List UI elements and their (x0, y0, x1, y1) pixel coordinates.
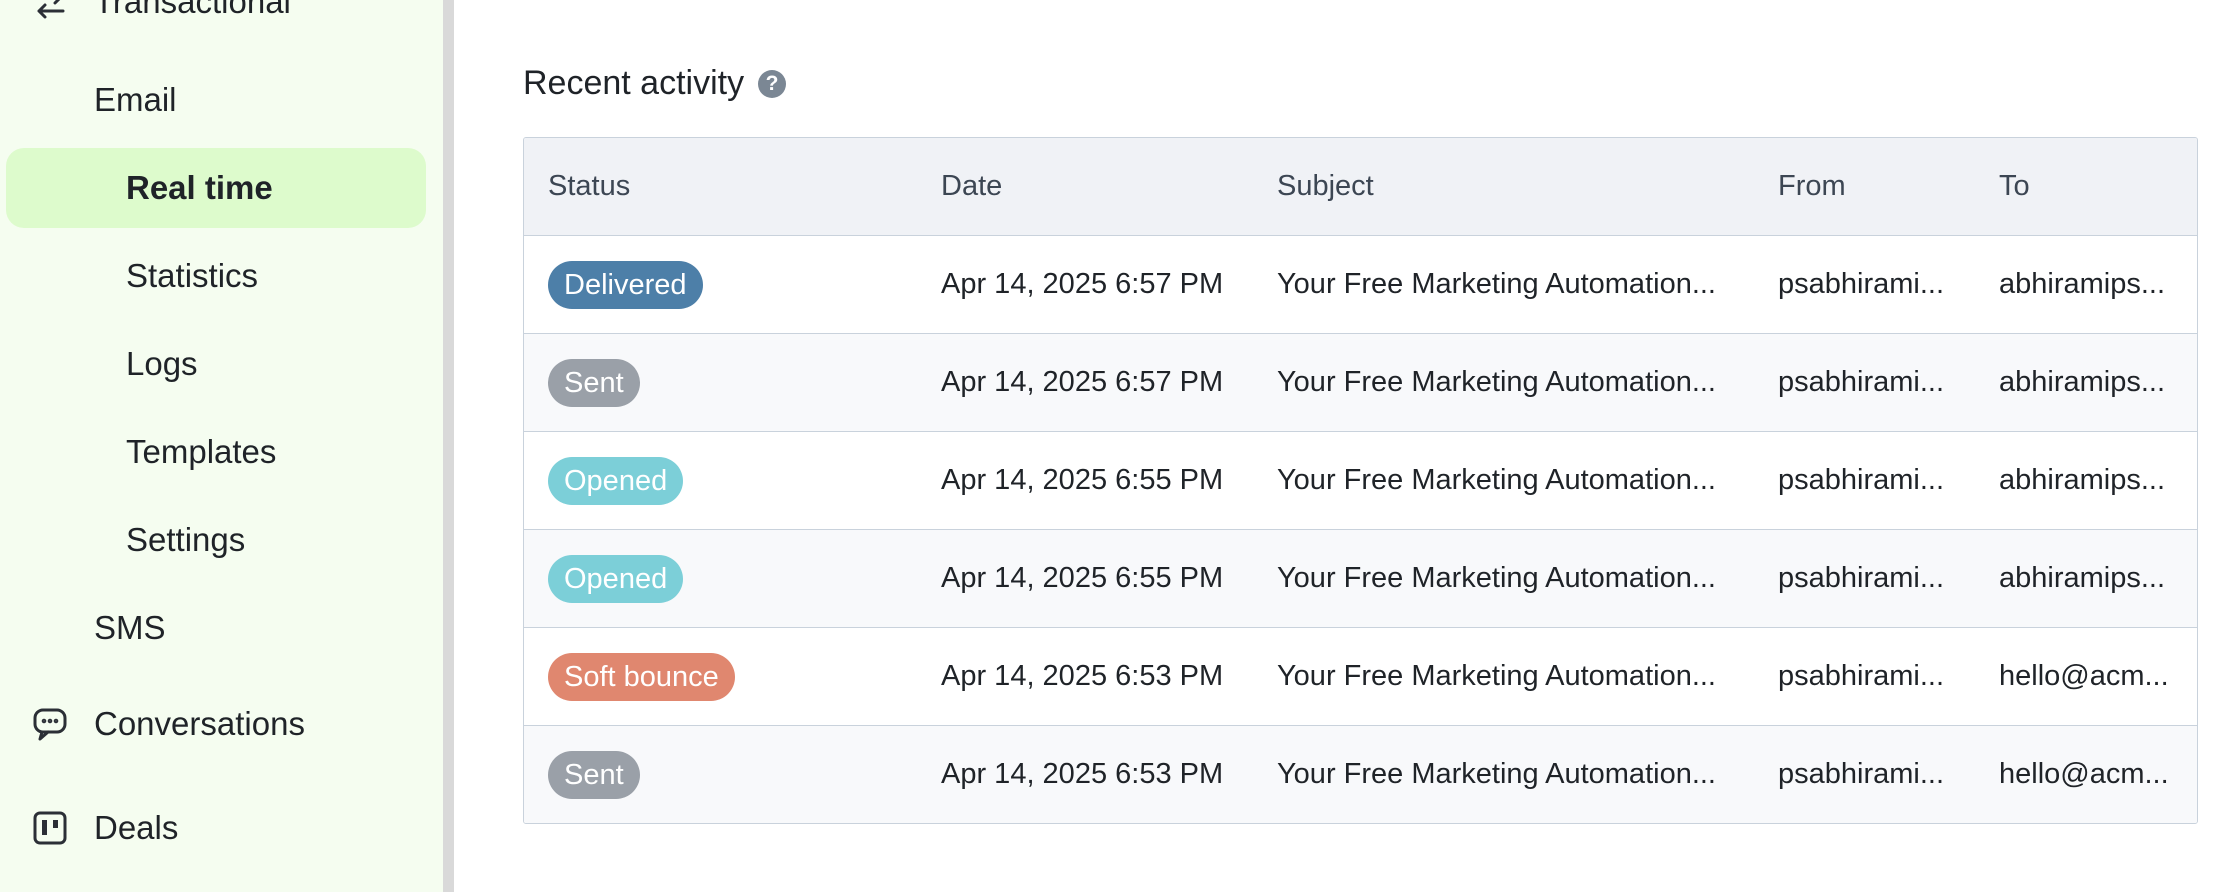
row-subject: Your Free Marketing Automation... (1277, 464, 1716, 496)
sidebar-item-templates[interactable]: Templates (126, 430, 276, 474)
sidebar-item-label: Conversations (94, 705, 305, 742)
row-date: Apr 14, 2025 6:53 PM (941, 660, 1224, 692)
sidebar-item-label: Real time (126, 169, 273, 206)
row-to: abhiramips... (1999, 366, 2166, 398)
help-icon[interactable]: ? (758, 69, 787, 98)
column-header-from: From (1778, 170, 1846, 202)
row-to: hello@acm... (1999, 758, 2169, 790)
sidebar-item-logs[interactable]: Logs (126, 342, 198, 386)
column-header-subject: Subject (1277, 170, 1374, 202)
sidebar-item-label: Email (94, 81, 177, 118)
row-to: abhiramips... (1999, 268, 2166, 300)
status-badge: Sent (548, 750, 640, 799)
row-subject: Your Free Marketing Automation... (1277, 758, 1716, 790)
row-from: psabhirami... (1778, 366, 1945, 398)
section-title-text: Recent activity (523, 64, 745, 102)
table-row[interactable]: Delivered Apr 14, 2025 6:57 PM Your Free… (524, 235, 2197, 333)
row-subject: Your Free Marketing Automation... (1277, 562, 1716, 594)
column-header-to: To (1999, 170, 2030, 202)
sidebar-item-label: Transactional (94, 0, 291, 20)
status-badge: Sent (548, 358, 640, 407)
row-from: psabhirami... (1778, 562, 1945, 594)
table-row[interactable]: Opened Apr 14, 2025 6:55 PM Your Free Ma… (524, 431, 2197, 529)
row-to: abhiramips... (1999, 464, 2166, 496)
sidebar-item-label: Templates (126, 433, 277, 470)
row-date: Apr 14, 2025 6:53 PM (941, 758, 1224, 790)
row-date: Apr 14, 2025 6:55 PM (941, 562, 1224, 594)
page-title: Recent activity ? (523, 64, 787, 103)
sidebar-item-label: SMS (94, 609, 166, 646)
sidebar-item-real-time[interactable]: Real time (126, 166, 273, 210)
row-to: hello@acm... (1999, 660, 2169, 692)
sidebar-item-label: Logs (126, 345, 198, 382)
sidebar-item-label: Deals (94, 809, 179, 846)
row-to: abhiramips... (1999, 562, 2166, 594)
row-subject: Your Free Marketing Automation... (1277, 268, 1716, 300)
transfer-arrows-icon (30, 0, 70, 24)
column-header-date: Date (941, 170, 1003, 202)
chat-bubble-icon (30, 704, 70, 744)
row-date: Apr 14, 2025 6:55 PM (941, 464, 1224, 496)
status-badge: Opened (548, 554, 684, 603)
status-badge: Soft bounce (548, 652, 735, 701)
row-from: psabhirami... (1778, 758, 1945, 790)
sidebar-item-transactional[interactable]: Transactional (94, 0, 291, 22)
sidebar-item-settings[interactable]: Settings (126, 518, 245, 562)
sidebar-item-label: Statistics (126, 257, 259, 294)
sidebar-item-deals[interactable]: Deals (94, 806, 178, 850)
row-from: psabhirami... (1778, 268, 1945, 300)
table-row[interactable]: Sent Apr 14, 2025 6:57 PM Your Free Mark… (524, 333, 2197, 431)
activity-table: Status Date Subject From To Delivered Ap… (523, 137, 2198, 824)
row-date: Apr 14, 2025 6:57 PM (941, 366, 1224, 398)
kanban-board-icon (30, 808, 70, 848)
sidebar-item-email[interactable]: Email (94, 78, 177, 122)
table-row[interactable]: Soft bounce Apr 14, 2025 6:53 PM Your Fr… (524, 627, 2197, 725)
table-header: Status Date Subject From To (524, 138, 2197, 235)
table-row[interactable]: Sent Apr 14, 2025 6:53 PM Your Free Mark… (524, 725, 2197, 823)
status-badge: Opened (548, 456, 684, 505)
row-subject: Your Free Marketing Automation... (1277, 366, 1716, 398)
row-from: psabhirami... (1778, 660, 1945, 692)
sidebar-item-label: Settings (126, 521, 246, 558)
table-row[interactable]: Opened Apr 14, 2025 6:55 PM Your Free Ma… (524, 529, 2197, 627)
sidebar-item-statistics[interactable]: Statistics (126, 254, 258, 298)
row-from: psabhirami... (1778, 464, 1945, 496)
column-header-status: Status (548, 170, 631, 202)
sidebar: Transactional Email Real time Statistics… (0, 0, 443, 892)
row-subject: Your Free Marketing Automation... (1277, 660, 1716, 692)
status-badge: Delivered (548, 260, 703, 309)
sidebar-scrollbar[interactable] (443, 0, 454, 892)
sidebar-item-conversations[interactable]: Conversations (94, 702, 305, 746)
row-date: Apr 14, 2025 6:57 PM (941, 268, 1224, 300)
sidebar-item-sms[interactable]: SMS (94, 606, 166, 650)
